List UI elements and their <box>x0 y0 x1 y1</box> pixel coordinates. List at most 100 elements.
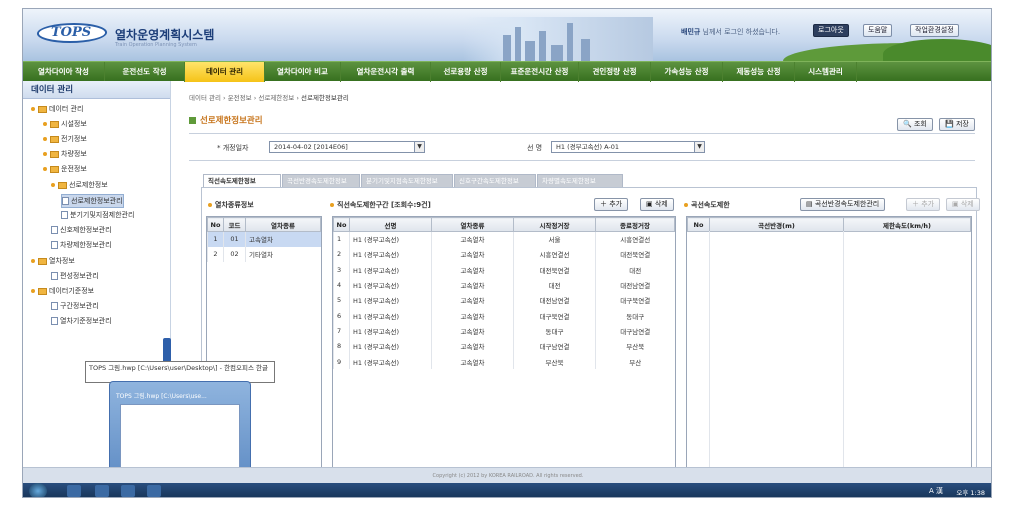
column-header[interactable]: No <box>333 217 350 232</box>
taskbar-app-icon[interactable] <box>95 485 109 497</box>
sidebar-item[interactable]: 전기정보 <box>43 133 87 145</box>
menu-item[interactable]: 열차운전시각 출력 <box>341 62 431 82</box>
sidebar-item[interactable]: 구간정보관리 <box>51 300 99 312</box>
column-header[interactable]: 열차종류 <box>431 217 514 232</box>
menu-item[interactable]: 표준운전시간 산정 <box>501 62 579 82</box>
taskbar-app-icon[interactable] <box>121 485 135 497</box>
sidebar-item[interactable]: 선로제한정보관리 <box>61 194 124 208</box>
column-header[interactable]: No <box>687 217 710 232</box>
table-row[interactable]: 2 02 기타열차 <box>207 246 321 263</box>
table-cell: 부산 <box>595 353 675 370</box>
sidebar-item[interactable]: 데이터기준정보 <box>31 285 94 297</box>
logout-button[interactable]: 로그아웃 <box>813 24 849 37</box>
tab-signal-speed[interactable]: 신호구간속도제한정보 <box>454 174 536 187</box>
bullet-icon <box>43 152 47 156</box>
work-env-button[interactable]: 작업환경설정 <box>910 24 959 37</box>
column-header[interactable]: No <box>207 217 224 232</box>
folder-icon <box>38 287 47 295</box>
table-row[interactable]: 3 H1 (경부고속선) 고속열차 대전북연결 대전 <box>333 262 675 278</box>
taskbar-app-icon[interactable] <box>147 485 161 497</box>
sidebar-item[interactable]: 분기기및지점제한관리 <box>61 209 134 221</box>
sidebar-item[interactable]: 열차기준정보관리 <box>51 315 112 327</box>
sidebar-item[interactable]: 편성정보관리 <box>51 270 99 282</box>
sidebar-item[interactable]: 신호제한정보관리 <box>51 224 112 236</box>
line-select[interactable]: H1 (경부고속선) A-01 ▼ <box>551 141 705 153</box>
tab-switch-speed[interactable]: 분기기및지점속도제한정보 <box>361 174 453 187</box>
sidebar-item[interactable]: 차량정보 <box>43 148 87 160</box>
sidebar-item-label: 시설정보 <box>61 120 87 128</box>
chevron-down-icon: ▼ <box>694 142 704 152</box>
date-label: * 개정일자 <box>217 144 249 152</box>
table-row[interactable]: 9 H1 (경부고속선) 고속열차 부산북 부산 <box>333 353 675 370</box>
search-button[interactable]: 🔍 조회 <box>897 118 933 131</box>
straight-speed-grid: No 선명 열차종류 시작정거장 종료정거장 1 H1 (경부고속선) 고속열차 서울 시흥연결선… <box>332 216 676 470</box>
document-icon <box>61 211 68 219</box>
table-cell: 시흥연결선 <box>513 246 596 263</box>
menu-item[interactable]: 데이터 관리 <box>185 62 265 82</box>
menu-item[interactable]: 시스템관리 <box>795 62 857 82</box>
login-text: 님께서 로그인 하셨습니다. <box>700 28 781 36</box>
sidebar-item[interactable]: 시설정보 <box>43 118 87 130</box>
sidebar-item-label: 구간정보관리 <box>60 302 99 310</box>
folder-icon <box>58 181 67 189</box>
breadcrumb-item[interactable]: 데이터 관리 <box>189 94 221 102</box>
add-button[interactable]: ＋ 추가 <box>594 198 629 211</box>
system-tray[interactable]: A 漢 <box>929 486 943 496</box>
tab-panel: 열차종류정보 No 코드 열차종류 1 01 고속열차 2 02 기타열차 직선속도제한구간 [… <box>201 187 980 475</box>
save-button[interactable]: 💾 저장 <box>939 118 975 131</box>
column-header[interactable]: 선명 <box>349 217 432 232</box>
sidebar-item-label: 데이터 관리 <box>49 105 84 113</box>
sidebar-item-label: 편성정보관리 <box>60 272 99 280</box>
delete-button[interactable]: ▣ 삭제 <box>640 198 674 211</box>
sidebar-item-label: 분기기및지점제한관리 <box>70 211 135 219</box>
menu-item[interactable]: 선로용량 산정 <box>431 62 501 82</box>
help-button[interactable]: 도움말 <box>863 24 893 37</box>
breadcrumb-item[interactable]: 운전정보 <box>228 94 252 102</box>
menu-item[interactable]: 제동성능 산정 <box>723 62 795 82</box>
table-row[interactable]: 6 H1 (경부고속선) 고속열차 대구북연결 동대구 <box>333 307 675 324</box>
sidebar-item[interactable]: 운전정보 <box>43 163 87 175</box>
column-header[interactable]: 제한속도(km/h) <box>843 217 971 232</box>
tab-curve-speed[interactable]: 곡선반경속도제한정보 <box>282 174 360 187</box>
breadcrumb-item[interactable]: 선로제한정보 <box>258 94 294 102</box>
sidebar-item[interactable]: 선로제한정보 <box>51 179 108 191</box>
sidebar-item[interactable]: 열차정보 <box>31 255 75 267</box>
menu-item[interactable]: 가속성능 산정 <box>651 62 723 82</box>
table-row[interactable]: 4 H1 (경부고속선) 고속열차 대전 대전남연결 <box>333 277 675 293</box>
table-cell: 대전 <box>595 262 675 278</box>
table-row[interactable]: 7 H1 (경부고속선) 고속열차 동대구 대구남연결 <box>333 323 675 339</box>
column-header[interactable]: 시작정거장 <box>513 217 596 232</box>
column-header[interactable]: 곡선반경(m) <box>709 217 844 232</box>
table-row[interactable]: 1 01 고속열차 <box>207 231 321 247</box>
skyline-decoration <box>463 17 653 61</box>
table-cell: 01 <box>223 231 246 247</box>
revision-date-select[interactable]: 2014-04-02 [2014E06] ▼ <box>269 141 425 153</box>
column-header[interactable]: 코드 <box>223 217 246 232</box>
menu-item[interactable]: 운전선도 작성 <box>105 62 185 82</box>
table-row[interactable]: 5 H1 (경부고속선) 고속열차 대전남연결 대구북연결 <box>333 292 675 308</box>
curve-delete-button[interactable]: ▣ 삭제 <box>946 198 980 211</box>
table-cell: 대전 <box>513 277 596 293</box>
table-cell: 02 <box>223 246 246 263</box>
start-button[interactable] <box>29 483 47 497</box>
taskbar-app-icon[interactable] <box>67 485 81 497</box>
table-row[interactable]: 1 H1 (경부고속선) 고속열차 서울 시흥연결선 <box>333 231 675 247</box>
table-row[interactable]: 8 H1 (경부고속선) 고속열차 대구남연결 부산북 <box>333 338 675 354</box>
sidebar-item[interactable]: 데이터 관리 <box>31 103 83 115</box>
sidebar-item-label: 차량정보 <box>61 150 87 158</box>
table-row[interactable]: 2 H1 (경부고속선) 고속열차 시흥연결선 대전북연결 <box>333 246 675 263</box>
curve-add-button[interactable]: ＋ 추가 <box>906 198 941 211</box>
curve-speed-grid: No 곡선반경(m) 제한속도(km/h) <box>686 216 972 470</box>
tab-vehicle-speed[interactable]: 차량별속도제한정보 <box>537 174 623 187</box>
column-header[interactable]: 종료정거장 <box>595 217 675 232</box>
table-cell: 고속열차 <box>431 277 514 293</box>
bullet-icon <box>43 122 47 126</box>
curve-speed-mgmt-button[interactable]: ▤ 곡선반경속도제한관리 <box>800 198 886 211</box>
sidebar-item[interactable]: 차량제한정보관리 <box>51 239 112 251</box>
menu-item[interactable]: 견인정량 산정 <box>579 62 651 82</box>
column-header[interactable]: 열차종류 <box>245 217 321 232</box>
table-cell: 대전남연결 <box>513 292 596 308</box>
tab-straight-speed[interactable]: 직선속도제한정보 <box>203 174 281 187</box>
menu-item[interactable]: 열차다이아 비교 <box>265 62 341 82</box>
menu-item[interactable]: 열차다이아 작성 <box>23 62 105 82</box>
